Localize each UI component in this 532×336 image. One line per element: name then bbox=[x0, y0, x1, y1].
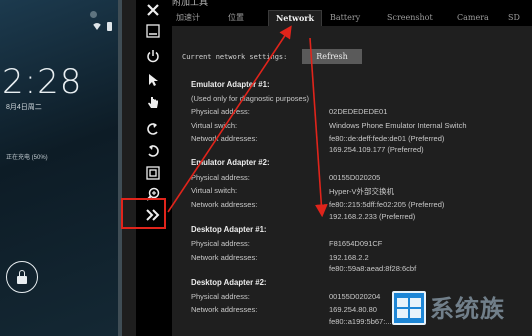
power-icon[interactable] bbox=[142, 47, 164, 65]
field-label: Network addresses: bbox=[191, 305, 258, 314]
tab-camera[interactable]: Camera bbox=[457, 10, 491, 25]
battery-icon bbox=[107, 22, 112, 31]
charging-status: 正在充电 (50%) bbox=[6, 155, 48, 161]
unlock-button[interactable] bbox=[6, 261, 38, 293]
current-settings-label: Current network settings: bbox=[182, 53, 288, 61]
tab-location[interactable]: 位置 bbox=[228, 10, 252, 25]
adapter-note: (Used only for diagnostic purposes) bbox=[191, 94, 309, 103]
network-address-value: 169.254.80.80 bbox=[329, 305, 377, 314]
physical-address-value: 00155D020204 bbox=[329, 292, 381, 301]
lockscreen-date: 8月4日周二 bbox=[6, 104, 42, 111]
minimize-icon[interactable] bbox=[142, 22, 164, 40]
windows-logo-icon bbox=[392, 291, 426, 325]
physical-address-value: F81654D091CF bbox=[329, 239, 383, 248]
tab-network[interactable]: Network bbox=[268, 10, 322, 26]
rotate-left-icon[interactable] bbox=[142, 120, 164, 138]
field-label: Virtual switch: bbox=[191, 186, 238, 195]
field-label: Physical address: bbox=[191, 107, 250, 116]
field-label: Physical address: bbox=[191, 292, 250, 301]
network-address-value: fe80::a199:5b67:... bbox=[329, 317, 392, 326]
network-address-value: fe80::59a8:aead:8f28:6cbf bbox=[329, 264, 417, 273]
status-bar bbox=[92, 22, 112, 31]
watermark-text: 系统族 bbox=[430, 296, 505, 323]
adapter-title: Desktop Adapter #1: bbox=[191, 225, 267, 234]
adapter-title: Emulator Adapter #1: bbox=[191, 80, 270, 89]
lockscreen-clock: 2:28 bbox=[2, 62, 83, 102]
window-title: 附加工具 bbox=[172, 0, 209, 7]
field-label: Network addresses: bbox=[191, 200, 258, 209]
field-label: Physical address: bbox=[191, 239, 250, 248]
physical-address-value: 02DEDEDEDE01 bbox=[329, 107, 388, 116]
fit-to-screen-icon[interactable] bbox=[142, 164, 164, 182]
virtual-switch-value: Hyper-V外部交换机 bbox=[329, 187, 395, 196]
tab-accelerometer[interactable]: 加速计 bbox=[176, 10, 210, 25]
network-address-value: 169.254.109.177 (Preferred) bbox=[329, 145, 424, 154]
emulator-toolbar bbox=[136, 0, 169, 336]
lock-icon bbox=[17, 269, 27, 284]
close-icon[interactable] bbox=[142, 1, 164, 19]
rotate-right-icon[interactable] bbox=[142, 142, 164, 160]
tab-battery[interactable]: Battery bbox=[330, 10, 370, 25]
refresh-button[interactable]: Refresh bbox=[302, 49, 362, 64]
adapter-title: Desktop Adapter #2: bbox=[191, 278, 267, 287]
network-address-value: 192.168.2.2 bbox=[329, 253, 369, 262]
virtual-switch-value: Windows Phone Emulator Internal Switch bbox=[329, 121, 467, 130]
tab-sd-card[interactable]: SD bbox=[508, 10, 530, 25]
network-address-value: fe80::de:deff:fede:de01 (Preferred) bbox=[329, 134, 445, 143]
highlight-box-additional-tools bbox=[121, 198, 166, 229]
field-label: Virtual switch: bbox=[191, 121, 238, 130]
network-address-value: fe80::215:5dff:fe02:205 (Preferred) bbox=[329, 200, 445, 209]
emulator-screen[interactable]: 2:28 8月4日周二 正在充电 (50%) bbox=[0, 0, 122, 336]
select-pointer-icon[interactable] bbox=[142, 71, 164, 89]
network-address-value: 192.168.2.233 (Preferred) bbox=[329, 212, 416, 221]
notification-dot bbox=[90, 11, 97, 18]
adapter-title: Emulator Adapter #2: bbox=[191, 158, 270, 167]
field-label: Network addresses: bbox=[191, 134, 258, 143]
physical-address-value: 00155D020205 bbox=[329, 173, 381, 182]
tab-bar: 加速计 位置 Network Battery Screenshot Camera… bbox=[166, 10, 532, 26]
field-label: Network addresses: bbox=[191, 253, 258, 262]
touch-hand-icon[interactable] bbox=[142, 94, 164, 112]
tab-screenshot[interactable]: Screenshot bbox=[387, 10, 437, 25]
wifi-icon bbox=[92, 23, 102, 30]
field-label: Physical address: bbox=[191, 173, 250, 182]
